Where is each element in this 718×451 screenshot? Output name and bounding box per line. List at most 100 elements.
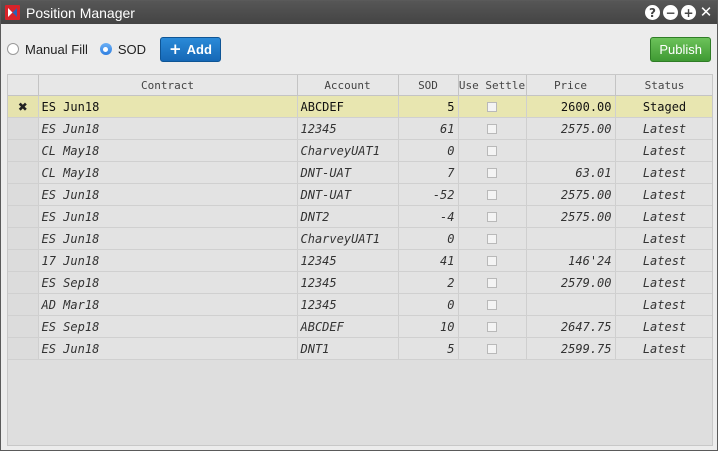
account-cell[interactable]: DNT2	[297, 205, 399, 228]
status-cell[interactable]: Latest	[615, 337, 712, 360]
use-settle-checkbox[interactable]	[487, 256, 497, 266]
row-marker-cell[interactable]	[8, 315, 39, 338]
use-settle-checkbox[interactable]	[487, 168, 497, 178]
sod-cell[interactable]: 5	[398, 95, 459, 118]
account-cell[interactable]: DNT-UAT	[297, 183, 399, 206]
price-cell[interactable]	[526, 227, 616, 250]
row-marker-cell[interactable]	[8, 139, 39, 162]
account-cell[interactable]: CharveyUAT1	[297, 227, 399, 250]
table-row[interactable]: ES Jun18 CharveyUAT1 0 Latest	[8, 227, 712, 250]
table-row[interactable]: ES Sep18 12345 2 2579.00 Latest	[8, 271, 712, 294]
status-cell[interactable]: Staged	[615, 95, 712, 118]
use-settle-checkbox[interactable]	[487, 190, 497, 200]
title-bar[interactable]: Position Manager ? − + ✕	[1, 1, 717, 24]
add-button[interactable]: + Add	[160, 36, 221, 62]
price-cell[interactable]: 2599.75	[526, 337, 616, 360]
table-row[interactable]: ES Jun18 12345 61 2575.00 Latest	[8, 117, 712, 140]
column-header-sod[interactable]: SOD	[398, 75, 459, 96]
contract-cell[interactable]: CL May18	[38, 139, 298, 162]
status-cell[interactable]: Latest	[615, 227, 712, 250]
price-cell[interactable]: 2647.75	[526, 315, 616, 338]
sod-cell[interactable]: 2	[398, 271, 459, 294]
contract-cell[interactable]: ES Jun18	[38, 95, 298, 118]
row-marker-cell[interactable]	[8, 227, 39, 250]
use-settle-checkbox[interactable]	[487, 146, 497, 156]
sod-cell[interactable]: -52	[398, 183, 459, 206]
account-cell[interactable]: 12345	[297, 117, 399, 140]
status-cell[interactable]: Latest	[615, 293, 712, 316]
column-header-account[interactable]: Account	[297, 75, 399, 96]
price-cell[interactable]	[526, 293, 616, 316]
row-marker-cell[interactable]	[8, 337, 39, 360]
sod-cell[interactable]: 0	[398, 139, 459, 162]
row-marker-cell[interactable]	[8, 117, 39, 140]
price-cell[interactable]: 2575.00	[526, 183, 616, 206]
sod-cell[interactable]: 10	[398, 315, 459, 338]
row-marker-cell[interactable]	[8, 205, 39, 228]
price-cell[interactable]: 2579.00	[526, 271, 616, 294]
price-cell[interactable]: 63.01	[526, 161, 616, 184]
use-settle-checkbox[interactable]	[487, 344, 497, 354]
use-settle-checkbox[interactable]	[487, 234, 497, 244]
contract-cell[interactable]: ES Jun18	[38, 183, 298, 206]
minimize-icon[interactable]: −	[663, 5, 678, 20]
table-row[interactable]: ES Jun18 DNT-UAT -52 2575.00 Latest	[8, 183, 712, 206]
table-row[interactable]: CL May18 DNT-UAT 7 63.01 Latest	[8, 161, 712, 184]
sod-cell[interactable]: 61	[398, 117, 459, 140]
sod-cell[interactable]: -4	[398, 205, 459, 228]
table-row[interactable]: ES Jun18 DNT1 5 2599.75 Latest	[8, 337, 712, 360]
column-header-use-settle[interactable]: Use Settle	[458, 75, 527, 96]
account-cell[interactable]: CharveyUAT1	[297, 139, 399, 162]
sod-cell[interactable]: 5	[398, 337, 459, 360]
row-marker-cell[interactable]	[8, 249, 39, 272]
account-cell[interactable]: ABCDEF	[297, 315, 399, 338]
row-marker-cell[interactable]	[8, 183, 39, 206]
contract-cell[interactable]: ES Jun18	[38, 337, 298, 360]
status-cell[interactable]: Latest	[615, 205, 712, 228]
status-cell[interactable]: Latest	[615, 249, 712, 272]
table-row[interactable]: 17 Jun18 12345 41 146'24 Latest	[8, 249, 712, 272]
sod-radio-button[interactable]	[99, 43, 112, 55]
contract-cell[interactable]: ES Sep18	[38, 271, 298, 294]
sod-cell[interactable]: 41	[398, 249, 459, 272]
table-row[interactable]: ES Jun18 DNT2 -4 2575.00 Latest	[8, 205, 712, 228]
table-row[interactable]: ✖ ES Jun18 ABCDEF 5 2600.00 Staged	[8, 95, 712, 118]
use-settle-checkbox[interactable]	[487, 300, 497, 310]
status-cell[interactable]: Latest	[615, 271, 712, 294]
use-settle-checkbox[interactable]	[487, 278, 497, 288]
maximize-icon[interactable]: +	[681, 5, 696, 20]
price-cell[interactable]: 2575.00	[526, 205, 616, 228]
contract-cell[interactable]: ES Sep18	[38, 315, 298, 338]
column-header-status[interactable]: Status	[615, 75, 712, 96]
price-cell[interactable]	[526, 139, 616, 162]
sod-radio[interactable]: SOD	[99, 42, 146, 57]
row-marker-cell[interactable]	[8, 271, 39, 294]
status-cell[interactable]: Latest	[615, 183, 712, 206]
use-settle-checkbox[interactable]	[487, 212, 497, 222]
status-cell[interactable]: Latest	[615, 139, 712, 162]
status-cell[interactable]: Latest	[615, 117, 712, 140]
account-cell[interactable]: 12345	[297, 271, 399, 294]
account-cell[interactable]: ABCDEF	[297, 95, 399, 118]
contract-cell[interactable]: AD Mar18	[38, 293, 298, 316]
sod-cell[interactable]: 0	[398, 293, 459, 316]
contract-cell[interactable]: ES Jun18	[38, 227, 298, 250]
status-cell[interactable]: Latest	[615, 315, 712, 338]
publish-button[interactable]: Publish	[650, 36, 711, 62]
price-cell[interactable]: 2575.00	[526, 117, 616, 140]
sod-cell[interactable]: 7	[398, 161, 459, 184]
help-icon[interactable]: ?	[645, 5, 660, 20]
manual-fill-radio-button[interactable]	[7, 43, 19, 55]
contract-cell[interactable]: 17 Jun18	[38, 249, 298, 272]
use-settle-checkbox[interactable]	[487, 124, 497, 134]
row-marker-cell[interactable]	[8, 293, 39, 316]
column-header-price[interactable]: Price	[526, 75, 616, 96]
contract-cell[interactable]: CL May18	[38, 161, 298, 184]
close-icon[interactable]: ✕	[699, 5, 713, 20]
status-cell[interactable]: Latest	[615, 161, 712, 184]
row-marker-cell[interactable]: ✖	[8, 95, 39, 118]
use-settle-checkbox[interactable]	[487, 322, 497, 332]
remove-row-icon[interactable]: ✖	[18, 100, 28, 114]
use-settle-checkbox[interactable]	[487, 102, 497, 112]
row-marker-cell[interactable]	[8, 161, 39, 184]
